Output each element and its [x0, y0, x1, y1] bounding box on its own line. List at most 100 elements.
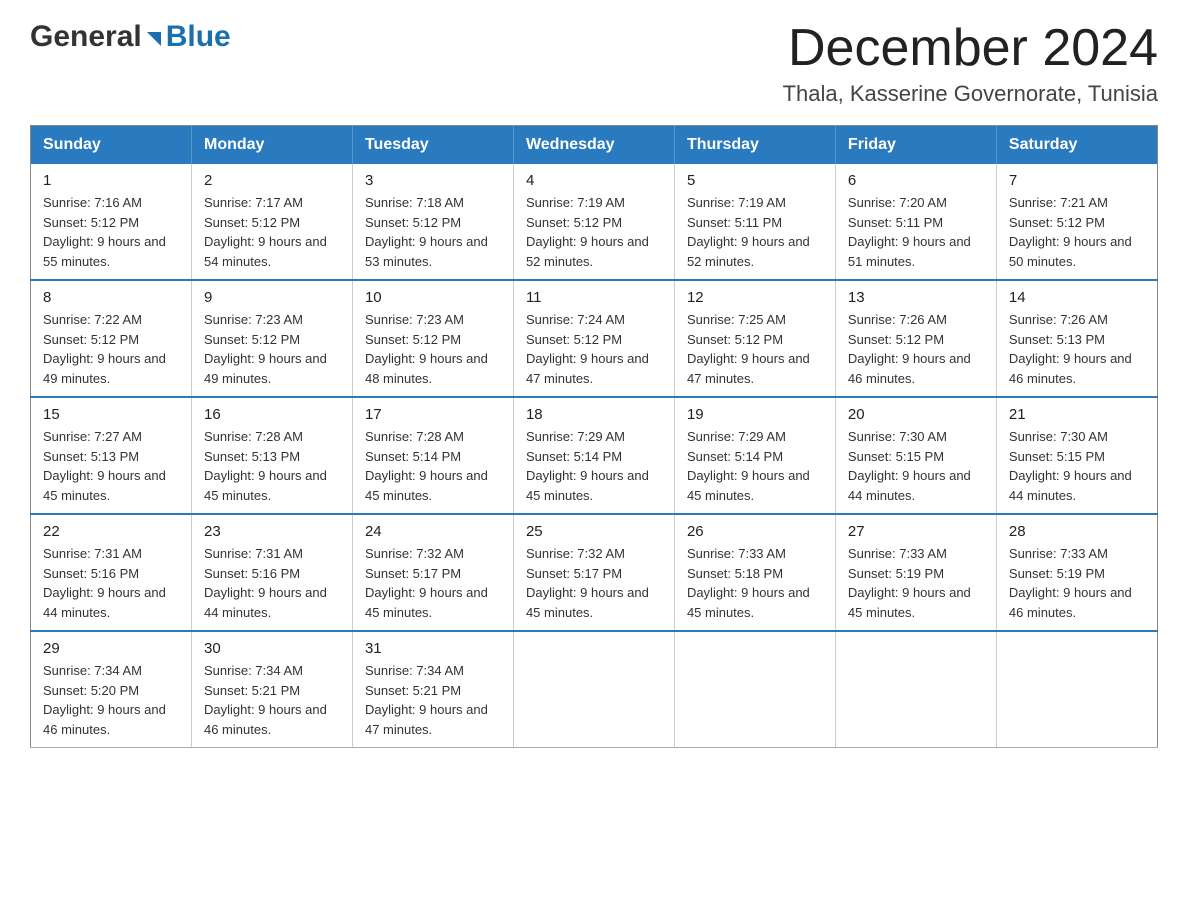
calendar-header-row: SundayMondayTuesdayWednesdayThursdayFrid… — [31, 126, 1158, 165]
calendar-week-row: 22 Sunrise: 7:31 AMSunset: 5:16 PMDaylig… — [31, 514, 1158, 631]
day-number: 16 — [204, 406, 340, 423]
calendar-cell: 13 Sunrise: 7:26 AMSunset: 5:12 PMDaylig… — [835, 280, 996, 397]
calendar-cell: 19 Sunrise: 7:29 AMSunset: 5:14 PMDaylig… — [674, 397, 835, 514]
day-info: Sunrise: 7:33 AMSunset: 5:18 PMDaylight:… — [687, 544, 823, 622]
day-number: 30 — [204, 640, 340, 657]
day-info: Sunrise: 7:29 AMSunset: 5:14 PMDaylight:… — [687, 427, 823, 505]
calendar-cell: 26 Sunrise: 7:33 AMSunset: 5:18 PMDaylig… — [674, 514, 835, 631]
calendar-cell: 7 Sunrise: 7:21 AMSunset: 5:12 PMDayligh… — [996, 164, 1157, 280]
day-info: Sunrise: 7:22 AMSunset: 5:12 PMDaylight:… — [43, 310, 179, 388]
calendar-week-row: 1 Sunrise: 7:16 AMSunset: 5:12 PMDayligh… — [31, 164, 1158, 280]
day-info: Sunrise: 7:31 AMSunset: 5:16 PMDaylight:… — [204, 544, 340, 622]
day-number: 2 — [204, 172, 340, 189]
day-number: 17 — [365, 406, 501, 423]
calendar-week-row: 29 Sunrise: 7:34 AMSunset: 5:20 PMDaylig… — [31, 631, 1158, 748]
day-number: 1 — [43, 172, 179, 189]
day-number: 19 — [687, 406, 823, 423]
calendar-cell — [513, 631, 674, 748]
calendar-cell: 20 Sunrise: 7:30 AMSunset: 5:15 PMDaylig… — [835, 397, 996, 514]
day-info: Sunrise: 7:26 AMSunset: 5:12 PMDaylight:… — [848, 310, 984, 388]
calendar-cell: 15 Sunrise: 7:27 AMSunset: 5:13 PMDaylig… — [31, 397, 192, 514]
day-info: Sunrise: 7:31 AMSunset: 5:16 PMDaylight:… — [43, 544, 179, 622]
calendar-cell: 9 Sunrise: 7:23 AMSunset: 5:12 PMDayligh… — [191, 280, 352, 397]
calendar-cell: 25 Sunrise: 7:32 AMSunset: 5:17 PMDaylig… — [513, 514, 674, 631]
calendar-day-header: Wednesday — [513, 126, 674, 165]
day-number: 21 — [1009, 406, 1145, 423]
day-number: 12 — [687, 289, 823, 306]
day-number: 29 — [43, 640, 179, 657]
calendar-week-row: 8 Sunrise: 7:22 AMSunset: 5:12 PMDayligh… — [31, 280, 1158, 397]
calendar-cell: 31 Sunrise: 7:34 AMSunset: 5:21 PMDaylig… — [352, 631, 513, 748]
logo-general-text: General — [30, 20, 142, 54]
day-number: 10 — [365, 289, 501, 306]
calendar-cell: 4 Sunrise: 7:19 AMSunset: 5:12 PMDayligh… — [513, 164, 674, 280]
day-number: 7 — [1009, 172, 1145, 189]
title-area: December 2024 Thala, Kasserine Governora… — [783, 20, 1158, 107]
day-number: 15 — [43, 406, 179, 423]
calendar-cell: 12 Sunrise: 7:25 AMSunset: 5:12 PMDaylig… — [674, 280, 835, 397]
day-info: Sunrise: 7:32 AMSunset: 5:17 PMDaylight:… — [526, 544, 662, 622]
day-number: 28 — [1009, 523, 1145, 540]
calendar-cell — [996, 631, 1157, 748]
location-title: Thala, Kasserine Governorate, Tunisia — [783, 81, 1158, 107]
logo: General Blue — [30, 20, 231, 54]
day-number: 31 — [365, 640, 501, 657]
day-number: 5 — [687, 172, 823, 189]
calendar-cell: 24 Sunrise: 7:32 AMSunset: 5:17 PMDaylig… — [352, 514, 513, 631]
calendar-table: SundayMondayTuesdayWednesdayThursdayFrid… — [30, 125, 1158, 748]
day-info: Sunrise: 7:33 AMSunset: 5:19 PMDaylight:… — [1009, 544, 1145, 622]
day-info: Sunrise: 7:34 AMSunset: 5:20 PMDaylight:… — [43, 661, 179, 739]
calendar-day-header: Tuesday — [352, 126, 513, 165]
calendar-cell: 2 Sunrise: 7:17 AMSunset: 5:12 PMDayligh… — [191, 164, 352, 280]
calendar-week-row: 15 Sunrise: 7:27 AMSunset: 5:13 PMDaylig… — [31, 397, 1158, 514]
calendar-day-header: Thursday — [674, 126, 835, 165]
calendar-cell: 27 Sunrise: 7:33 AMSunset: 5:19 PMDaylig… — [835, 514, 996, 631]
calendar-cell: 18 Sunrise: 7:29 AMSunset: 5:14 PMDaylig… — [513, 397, 674, 514]
day-info: Sunrise: 7:32 AMSunset: 5:17 PMDaylight:… — [365, 544, 501, 622]
day-number: 26 — [687, 523, 823, 540]
day-number: 20 — [848, 406, 984, 423]
day-number: 8 — [43, 289, 179, 306]
day-number: 27 — [848, 523, 984, 540]
calendar-day-header: Friday — [835, 126, 996, 165]
calendar-cell: 6 Sunrise: 7:20 AMSunset: 5:11 PMDayligh… — [835, 164, 996, 280]
day-number: 24 — [365, 523, 501, 540]
calendar-cell: 28 Sunrise: 7:33 AMSunset: 5:19 PMDaylig… — [996, 514, 1157, 631]
calendar-cell: 29 Sunrise: 7:34 AMSunset: 5:20 PMDaylig… — [31, 631, 192, 748]
calendar-day-header: Monday — [191, 126, 352, 165]
calendar-cell: 30 Sunrise: 7:34 AMSunset: 5:21 PMDaylig… — [191, 631, 352, 748]
calendar-cell: 8 Sunrise: 7:22 AMSunset: 5:12 PMDayligh… — [31, 280, 192, 397]
calendar-cell: 21 Sunrise: 7:30 AMSunset: 5:15 PMDaylig… — [996, 397, 1157, 514]
day-number: 3 — [365, 172, 501, 189]
day-number: 11 — [526, 289, 662, 306]
day-number: 25 — [526, 523, 662, 540]
day-info: Sunrise: 7:25 AMSunset: 5:12 PMDaylight:… — [687, 310, 823, 388]
calendar-cell: 14 Sunrise: 7:26 AMSunset: 5:13 PMDaylig… — [996, 280, 1157, 397]
day-number: 6 — [848, 172, 984, 189]
calendar-cell — [674, 631, 835, 748]
day-info: Sunrise: 7:30 AMSunset: 5:15 PMDaylight:… — [1009, 427, 1145, 505]
day-info: Sunrise: 7:28 AMSunset: 5:14 PMDaylight:… — [365, 427, 501, 505]
day-number: 14 — [1009, 289, 1145, 306]
header: General Blue December 2024 Thala, Kasser… — [30, 20, 1158, 107]
day-info: Sunrise: 7:28 AMSunset: 5:13 PMDaylight:… — [204, 427, 340, 505]
calendar-day-header: Saturday — [996, 126, 1157, 165]
day-info: Sunrise: 7:29 AMSunset: 5:14 PMDaylight:… — [526, 427, 662, 505]
day-info: Sunrise: 7:30 AMSunset: 5:15 PMDaylight:… — [848, 427, 984, 505]
calendar-day-header: Sunday — [31, 126, 192, 165]
day-number: 4 — [526, 172, 662, 189]
calendar-cell: 5 Sunrise: 7:19 AMSunset: 5:11 PMDayligh… — [674, 164, 835, 280]
day-number: 23 — [204, 523, 340, 540]
day-info: Sunrise: 7:19 AMSunset: 5:12 PMDaylight:… — [526, 193, 662, 271]
day-info: Sunrise: 7:23 AMSunset: 5:12 PMDaylight:… — [365, 310, 501, 388]
day-info: Sunrise: 7:16 AMSunset: 5:12 PMDaylight:… — [43, 193, 179, 271]
day-info: Sunrise: 7:26 AMSunset: 5:13 PMDaylight:… — [1009, 310, 1145, 388]
day-number: 22 — [43, 523, 179, 540]
day-number: 18 — [526, 406, 662, 423]
day-info: Sunrise: 7:33 AMSunset: 5:19 PMDaylight:… — [848, 544, 984, 622]
calendar-cell: 1 Sunrise: 7:16 AMSunset: 5:12 PMDayligh… — [31, 164, 192, 280]
day-info: Sunrise: 7:34 AMSunset: 5:21 PMDaylight:… — [365, 661, 501, 739]
calendar-cell: 23 Sunrise: 7:31 AMSunset: 5:16 PMDaylig… — [191, 514, 352, 631]
day-info: Sunrise: 7:19 AMSunset: 5:11 PMDaylight:… — [687, 193, 823, 271]
calendar-cell: 3 Sunrise: 7:18 AMSunset: 5:12 PMDayligh… — [352, 164, 513, 280]
